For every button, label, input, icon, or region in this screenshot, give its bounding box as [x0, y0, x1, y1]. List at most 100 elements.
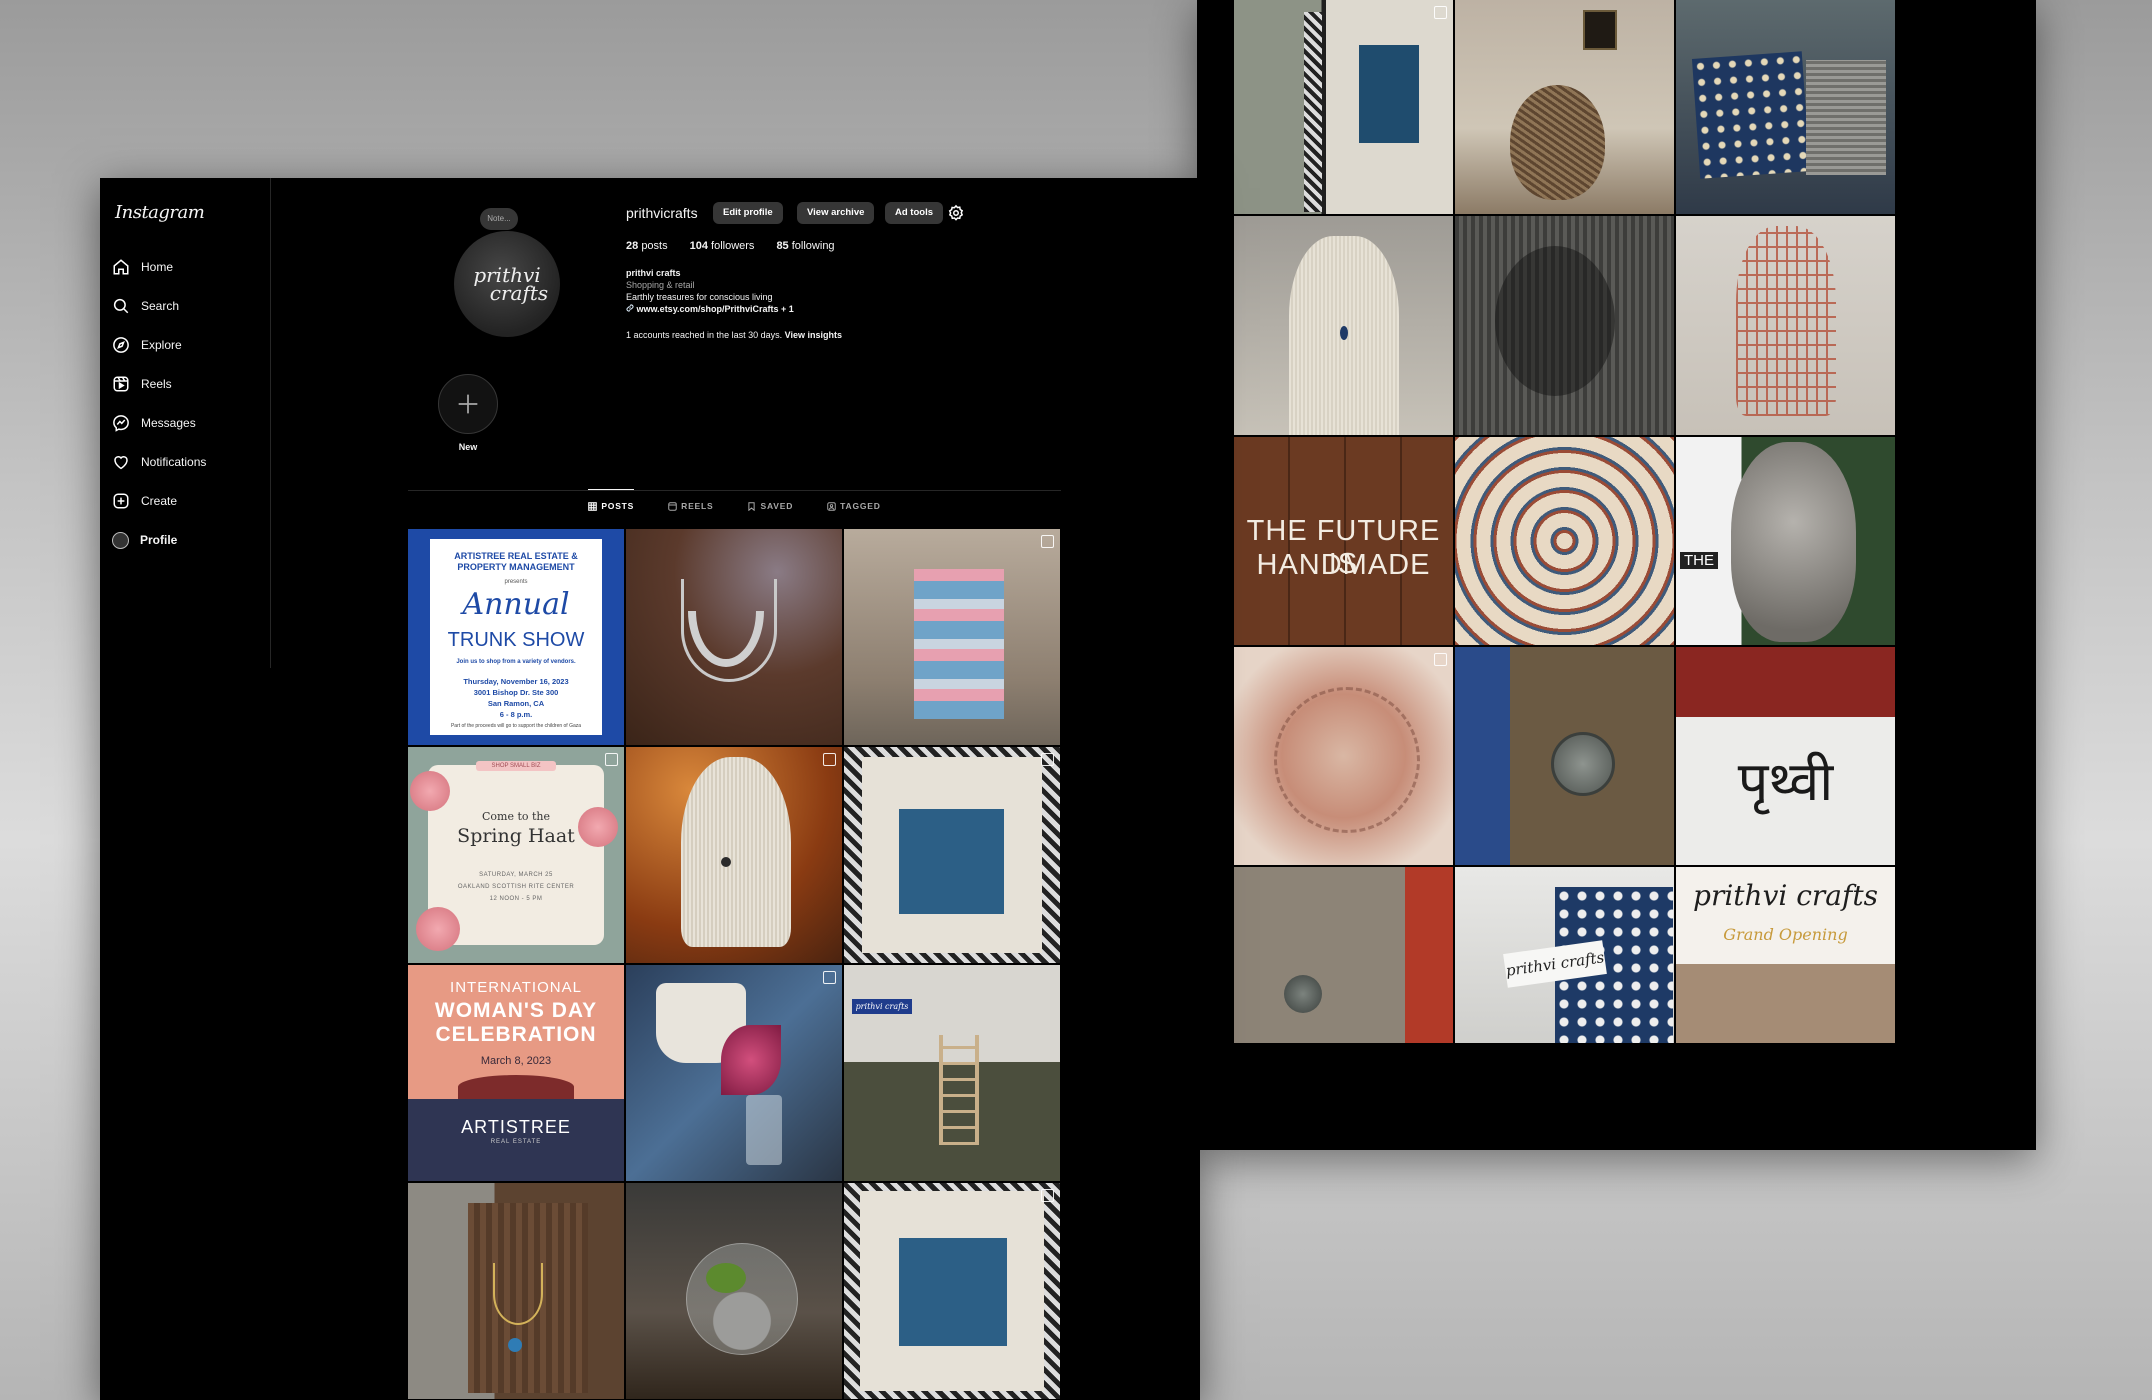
post-gift-tag[interactable]: prithvi crafts	[1455, 867, 1674, 1043]
tab-reels-label: REELS	[681, 501, 714, 511]
nav-profile[interactable]: Profile	[112, 527, 177, 553]
bio-category: Shopping & retail	[626, 280, 695, 290]
post-woven-vase[interactable]	[1455, 0, 1674, 214]
nav-label-search: Search	[141, 299, 180, 313]
tab-posts-label: POSTS	[601, 501, 635, 511]
avatar	[112, 531, 129, 549]
posts-grid-continued: THE FUTURE IS HANDMADE THE पृथ्वी prithv…	[1234, 0, 1895, 1043]
post-mandala[interactable]	[1455, 437, 1674, 645]
post-buddha-head[interactable]: THE	[1676, 437, 1895, 645]
post-necklace-bust[interactable]	[626, 747, 842, 963]
profile-avatar[interactable]: prithvi crafts	[454, 231, 560, 337]
womens-day-line2: WOMAN'S DAY	[434, 999, 598, 1022]
spring-haat-tag: SHOP SMALL BIZ	[476, 761, 556, 771]
post-womens-day[interactable]: INTERNATIONAL WOMAN'S DAY CELEBRATION Ma…	[408, 965, 624, 1181]
post-plant-vase[interactable]	[626, 965, 842, 1181]
followers-count: 104	[689, 240, 708, 252]
reels-icon	[113, 376, 129, 392]
profile-window: Instagram Home Search Explore Reels Mess…	[100, 178, 1200, 1400]
post-pendant-red[interactable]	[1234, 867, 1453, 1043]
sidebar: Instagram Home Search Explore Reels Mess…	[100, 178, 271, 668]
nav-explore[interactable]: Explore	[112, 332, 182, 358]
compass-icon	[113, 337, 129, 353]
messenger-icon	[113, 415, 129, 432]
post-cyanotype-tote-2[interactable]	[844, 1183, 1060, 1399]
post-grand-opening[interactable]: prithvi crafts Grand Opening	[1676, 867, 1895, 1043]
edit-profile-button[interactable]: Edit profile	[713, 202, 783, 224]
new-highlight-button[interactable]	[438, 374, 498, 434]
spring-haat-venue: OAKLAND SCOTTISH RITE CENTER	[457, 884, 575, 890]
trunk-show-org: ARTISTREE REAL ESTATE & PROPERTY MANAGEM…	[454, 551, 578, 572]
post-shadow-curtain[interactable]	[1455, 216, 1674, 435]
plus-square-icon	[113, 493, 129, 509]
spring-haat-title: Spring Haat	[457, 825, 575, 847]
nav-home[interactable]: Home	[112, 254, 173, 280]
view-archive-button[interactable]: View archive	[797, 202, 875, 224]
heart-icon	[114, 456, 128, 470]
post-future-handmade[interactable]: THE FUTURE IS HANDMADE	[1234, 437, 1453, 645]
profile-bio: prithvi crafts Shopping & retail Earthly…	[626, 267, 794, 315]
post-block-print-pillows[interactable]	[1676, 0, 1895, 214]
spring-haat-time: 12 NOON - 5 PM	[489, 896, 543, 902]
post-trunk-show[interactable]: ARTISTREE REAL ESTATE & PROPERTY MANAGEM…	[408, 529, 624, 745]
trunk-show-join: Join us to shop from a variety of vendor…	[456, 659, 576, 665]
post-terrarium[interactable]	[626, 1183, 842, 1399]
view-insights-link[interactable]: View insights	[785, 330, 842, 340]
profile-stats: 28 posts 104 followers 85 following	[626, 240, 835, 252]
post-necklace-wood[interactable]	[626, 529, 842, 745]
posts-label: posts	[641, 240, 668, 252]
trunk-show-time: 6 - 8 p.m.	[499, 710, 533, 719]
post-ganesha-fresco[interactable]	[1234, 647, 1453, 865]
post-spring-haat[interactable]: SHOP SMALL BIZ Come to the Spring Haat S…	[408, 747, 624, 963]
reels-icon	[668, 501, 677, 511]
grand-opening-title: prithvi crafts	[1693, 879, 1878, 912]
gear-icon[interactable]	[947, 204, 965, 222]
spring-haat-date: SATURDAY, MARCH 25	[479, 872, 553, 878]
followers-stat[interactable]: 104 followers	[690, 240, 755, 252]
ad-tools-button[interactable]: Ad tools	[885, 202, 943, 224]
post-prithvi-script[interactable]: पृथ्वी	[1676, 647, 1895, 865]
posts-grid: ARTISTREE REAL ESTATE & PROPERTY MANAGEM…	[408, 529, 1061, 1399]
post-coin-pendant[interactable]	[1455, 647, 1674, 865]
post-botanical-prints[interactable]	[1234, 0, 1453, 214]
followers-label: followers	[711, 240, 755, 252]
nav-label-create: Create	[141, 494, 178, 508]
following-stat[interactable]: 85 following	[776, 240, 834, 252]
post-necklaces-board[interactable]	[408, 1183, 624, 1399]
post-hand-sculpture[interactable]	[1676, 216, 1895, 435]
post-market-booth[interactable]: prithvi crafts	[844, 965, 1060, 1181]
nav-label-profile: Profile	[140, 533, 178, 547]
note-bubble[interactable]: Note...	[480, 208, 518, 230]
womens-day-date: March 8, 2023	[480, 1055, 552, 1067]
nav-messages[interactable]: Messages	[112, 410, 196, 436]
nav-notifications[interactable]: Notifications	[112, 449, 206, 475]
username: prithvicrafts	[626, 205, 698, 221]
post-textile-display[interactable]	[844, 529, 1060, 745]
nav-label-messages: Messages	[141, 416, 196, 430]
instagram-logo[interactable]: Instagram	[115, 202, 205, 223]
nav-reels[interactable]: Reels	[112, 371, 172, 397]
insights-line: 1 accounts reached in the last 30 days. …	[626, 330, 842, 340]
tab-tagged[interactable]: TAGGED	[827, 490, 881, 522]
grand-opening-subtitle: Grand Opening	[1723, 925, 1848, 944]
trunk-show-note: Part of the proceeds will go to support …	[450, 723, 582, 729]
post-cyanotype-tote[interactable]	[844, 747, 1060, 963]
trunk-show-annual: Annual	[462, 587, 570, 622]
post-pendant-bust[interactable]	[1234, 216, 1453, 435]
trunk-show-date: Thursday, November 16, 2023	[463, 677, 569, 686]
tab-posts[interactable]: POSTS	[588, 489, 635, 522]
tab-reels[interactable]: REELS	[668, 490, 713, 522]
nav-search[interactable]: Search	[112, 293, 179, 319]
posts-stat: 28 posts	[626, 240, 668, 252]
nav-create[interactable]: Create	[112, 488, 177, 514]
nav-label-explore: Explore	[141, 338, 182, 352]
trunk-show-address: 3001 Bishop Dr. Ste 300	[473, 688, 559, 697]
bio-link-row[interactable]: www.etsy.com/shop/PrithviCrafts + 1	[626, 303, 794, 315]
bookmark-icon	[748, 501, 756, 511]
buddha-sign: THE	[1680, 552, 1718, 569]
booth-banner: prithvi crafts	[852, 999, 912, 1014]
trunk-show-city: San Ramon, CA	[487, 699, 545, 708]
posts-count: 28	[626, 240, 639, 252]
tab-saved-label: SAVED	[760, 501, 794, 511]
tab-saved[interactable]: SAVED	[747, 490, 793, 522]
